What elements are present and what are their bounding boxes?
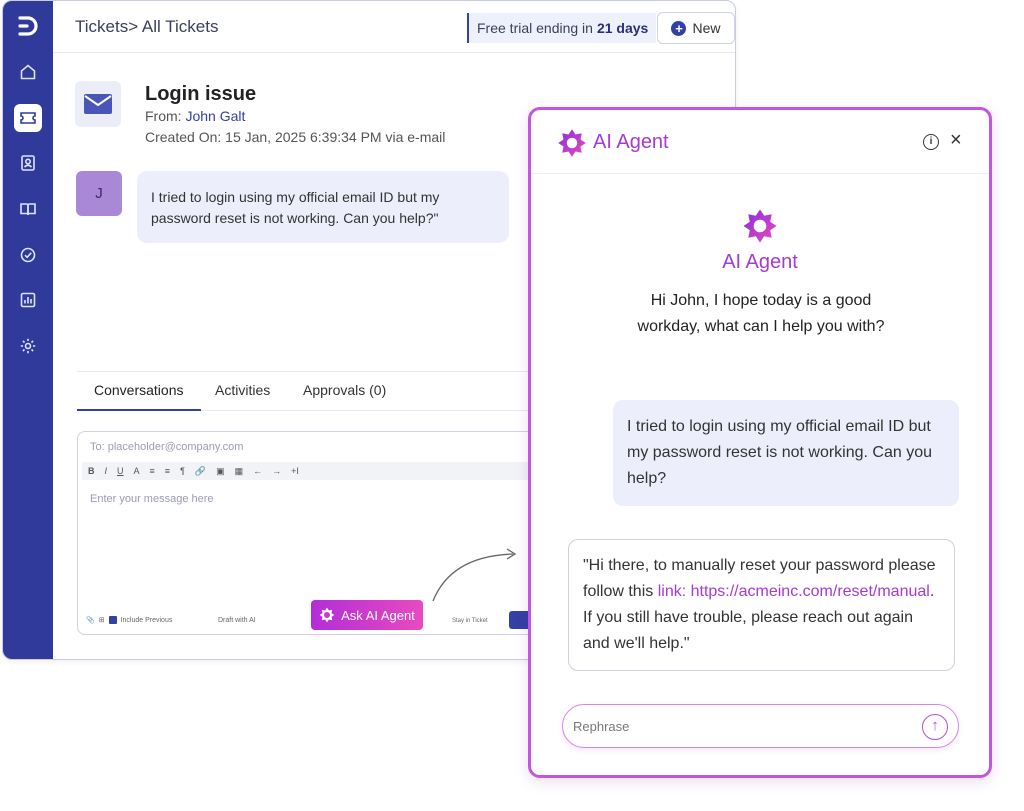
app-logo[interactable]: [15, 13, 41, 39]
breadcrumb[interactable]: Tickets> All Tickets: [75, 17, 218, 37]
close-icon[interactable]: ×: [950, 129, 962, 152]
ai-agent-icon: [319, 607, 335, 623]
sidebar-item-home[interactable]: [14, 58, 42, 86]
home-icon: [20, 64, 36, 80]
new-button-label: New: [692, 20, 721, 36]
clear-format-button[interactable]: +I: [291, 466, 299, 476]
ticket-title: Login issue: [145, 83, 257, 105]
bullet-list-button[interactable]: ≡: [165, 466, 170, 476]
attachment-icon[interactable]: 📎: [86, 616, 95, 624]
italic-button[interactable]: I: [105, 466, 108, 476]
sidebar-item-knowledge-base[interactable]: [14, 195, 42, 223]
ticket-from: From: John Galt: [145, 108, 245, 124]
ai-agent-logo-large-icon: [743, 209, 777, 243]
table-button[interactable]: ▦: [235, 466, 244, 477]
composer-footer-left: 📎 ⊞ Include Previous: [86, 616, 172, 624]
stage: Tickets> All Tickets Free trial ending i…: [0, 0, 1024, 811]
bold-button[interactable]: B: [88, 466, 95, 476]
tab-activities[interactable]: Activities: [215, 382, 270, 398]
from-name-link[interactable]: John Galt: [185, 108, 245, 124]
trial-days: 21 days: [596, 20, 649, 36]
ticket-created: Created On: 15 Jan, 2025 6:39:34 PM via …: [145, 129, 446, 145]
email-icon: [75, 81, 121, 127]
link-button[interactable]: 🔗: [195, 466, 206, 477]
ticket-icon: [20, 112, 36, 124]
draft-with-ai-label: Draft with AI: [218, 617, 256, 624]
font-size-button[interactable]: A: [134, 466, 140, 476]
message-editor[interactable]: Enter your message here: [90, 493, 214, 505]
reports-icon: [20, 292, 36, 308]
from-label: From:: [145, 108, 182, 124]
formatting-toolbar: B I U A ≡ ≡ ¶ 🔗 ▣ ▦ ← → +I: [82, 462, 552, 480]
customer-avatar: J: [76, 171, 122, 216]
ai-agent-logo-icon: [558, 129, 586, 157]
send-arrow-up-icon[interactable]: ↑: [922, 714, 948, 740]
draft-with-ai-button[interactable]: Draft with AI: [218, 617, 256, 624]
ask-ai-agent-button[interactable]: Ask AI Agent: [311, 600, 423, 630]
ai-panel-header: AI Agent i ×: [531, 110, 989, 174]
contacts-icon: [21, 155, 35, 171]
trial-banner[interactable]: Free trial ending in 21 days: [467, 13, 657, 43]
customer-message: I tried to login using my official email…: [137, 171, 509, 243]
ai-agent-heading: AI Agent: [722, 251, 798, 273]
include-previous-checkbox[interactable]: [108, 616, 117, 624]
sidebar-item-settings[interactable]: [14, 332, 42, 360]
sidebar-item-tasks[interactable]: [14, 241, 42, 269]
include-previous-label: Include Previous: [120, 616, 173, 624]
ai-panel-title: AI Agent: [593, 131, 669, 153]
rephrase-placeholder: Rephrase: [573, 719, 630, 734]
insert-file-icon[interactable]: ⊞: [99, 616, 105, 624]
plus-icon: +: [671, 20, 687, 36]
undo-button[interactable]: ←: [253, 466, 262, 476]
rephrase-input[interactable]: Rephrase ↑: [562, 704, 959, 748]
settings-icon: [20, 338, 36, 354]
tab-conversations[interactable]: Conversations: [94, 382, 184, 398]
sidebar-item-contacts[interactable]: [14, 149, 42, 177]
to-field[interactable]: To: placeholder@company.com: [90, 441, 243, 453]
ask-ai-agent-label: Ask AI Agent: [341, 607, 415, 623]
reset-password-link[interactable]: link: https://acmeinc.com/reset/manual: [658, 583, 930, 600]
sidebar-item-reports[interactable]: [14, 286, 42, 314]
top-bar: Tickets> All Tickets Free trial ending i…: [53, 1, 735, 53]
user-chat-message: I tried to login using my official email…: [613, 400, 959, 506]
info-icon[interactable]: i: [923, 134, 939, 150]
sidebar: [3, 1, 53, 659]
ai-agent-panel: AI Agent i × AI Agent Hi John, I hope to…: [528, 107, 992, 778]
underline-button[interactable]: U: [117, 466, 124, 476]
connector-arrow-icon: [432, 548, 517, 602]
new-button[interactable]: + New: [657, 12, 735, 44]
sidebar-item-tickets[interactable]: [14, 104, 42, 132]
ai-reply-message: "Hi there, to manually reset your passwo…: [568, 539, 955, 671]
stay-in-ticket-label: Stay in Ticket: [452, 618, 488, 624]
ordered-list-button[interactable]: ≡: [150, 466, 155, 476]
paragraph-button[interactable]: ¶: [180, 466, 185, 476]
image-button[interactable]: ▣: [216, 466, 225, 477]
ai-greeting: Hi John, I hope today is a good workday,…: [637, 292, 885, 335]
tab-approvals[interactable]: Approvals (0): [303, 382, 386, 398]
redo-button[interactable]: →: [272, 466, 281, 476]
knowledge-base-icon: [20, 203, 36, 216]
active-tab-indicator: [77, 409, 201, 411]
tasks-icon: [20, 247, 36, 263]
trial-text: Free trial ending in: [477, 20, 593, 36]
